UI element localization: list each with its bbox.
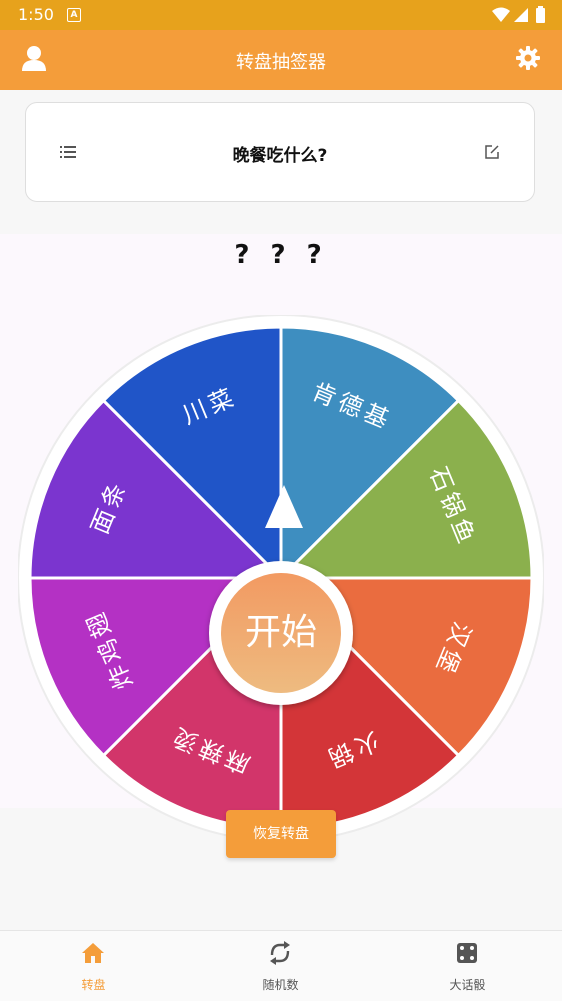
- nav-label-wheel: 转盘: [81, 978, 106, 992]
- spin-wheel[interactable]: 肯德基石锅鱼汉堡火锅麻辣烫炸鸡翅面条川菜开始: [18, 315, 544, 841]
- nav-label-random-number: 随机数: [262, 978, 299, 992]
- edit-icon[interactable]: [484, 144, 500, 160]
- shuffle-icon: [270, 941, 290, 965]
- a-notification-icon: A: [67, 8, 81, 22]
- start-button-label: 开始: [245, 612, 317, 653]
- question-title: 晚餐吃什么?: [232, 146, 328, 166]
- wifi-icon: [492, 7, 510, 22]
- status-bar: 1:50 A: [0, 0, 562, 30]
- dice-icon: [457, 943, 477, 963]
- gear-icon[interactable]: [516, 46, 540, 70]
- nav-label-dice: 大话骰: [449, 978, 486, 992]
- home-icon: [82, 943, 104, 963]
- bottom-nav: 转盘 随机数 大话骰: [0, 930, 562, 1001]
- battery-icon: [536, 8, 545, 23]
- restore-wheel-button[interactable]: 恢复转盘: [226, 810, 336, 858]
- system-icons: [492, 6, 545, 23]
- signal-icon: [514, 8, 528, 22]
- question-card: 晚餐吃什么?: [25, 102, 535, 202]
- app-header: 转盘抽签器: [0, 30, 562, 90]
- nav-item-dice[interactable]: 大话骰: [374, 931, 561, 1001]
- nav-item-random-number[interactable]: 随机数: [187, 931, 374, 1001]
- app-title: 转盘抽签器: [236, 52, 326, 73]
- nav-item-wheel[interactable]: 转盘: [0, 931, 187, 1001]
- result-text: ? ? ?: [234, 240, 328, 270]
- status-time: 1:50: [18, 5, 54, 24]
